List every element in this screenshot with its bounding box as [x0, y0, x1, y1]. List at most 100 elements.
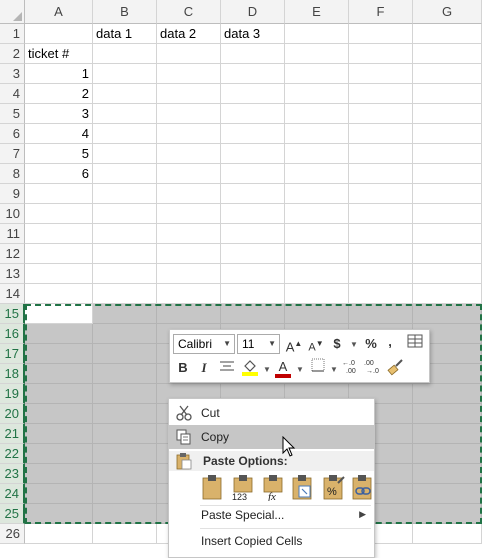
- cell-f8[interactable]: [349, 164, 413, 184]
- column-header-c[interactable]: C: [157, 0, 221, 24]
- cell-a11[interactable]: [25, 224, 93, 244]
- cell-a17[interactable]: [25, 344, 93, 364]
- cell-a21[interactable]: [25, 424, 93, 444]
- cell-g14[interactable]: [413, 284, 482, 304]
- cell-e11[interactable]: [285, 224, 349, 244]
- cell-a22[interactable]: [25, 444, 93, 464]
- row-header-21[interactable]: 21: [0, 424, 25, 444]
- cell-b20[interactable]: [93, 404, 157, 424]
- comma-style-button[interactable]: ,: [384, 332, 396, 352]
- column-header-f[interactable]: F: [349, 0, 413, 24]
- cell-e4[interactable]: [285, 84, 349, 104]
- cell-f4[interactable]: [349, 84, 413, 104]
- row-header-20[interactable]: 20: [0, 404, 25, 424]
- cell-c11[interactable]: [157, 224, 221, 244]
- cell-a25[interactable]: [25, 504, 93, 524]
- cell-b7[interactable]: [93, 144, 157, 164]
- cell-b2[interactable]: [93, 44, 157, 64]
- cell-b15[interactable]: [93, 304, 157, 324]
- column-header-d[interactable]: D: [221, 0, 285, 24]
- cell-g24[interactable]: [413, 484, 482, 504]
- cell-g26[interactable]: [413, 524, 482, 544]
- cell-f2[interactable]: [349, 44, 413, 64]
- cell-e9[interactable]: [285, 184, 349, 204]
- cell-g19[interactable]: [413, 384, 482, 404]
- cell-d12[interactable]: [221, 244, 285, 264]
- paste-transpose-button[interactable]: [289, 473, 315, 501]
- copy-menu-item[interactable]: Copy: [169, 425, 374, 449]
- cell-b10[interactable]: [93, 204, 157, 224]
- cell-e12[interactable]: [285, 244, 349, 264]
- cell-f10[interactable]: [349, 204, 413, 224]
- cell-d3[interactable]: [221, 64, 285, 84]
- row-header-6[interactable]: 6: [0, 124, 25, 144]
- cell-g4[interactable]: [413, 84, 482, 104]
- increase-font-size-button[interactable]: A▲: [285, 334, 303, 354]
- cell-f5[interactable]: [349, 104, 413, 124]
- cell-c10[interactable]: [157, 204, 221, 224]
- row-header-2[interactable]: 2: [0, 44, 25, 64]
- cell-a6[interactable]: 4: [25, 124, 93, 144]
- cell-f6[interactable]: [349, 124, 413, 144]
- paste-formulas-button[interactable]: fx: [260, 473, 286, 503]
- cell-e13[interactable]: [285, 264, 349, 284]
- cell-b22[interactable]: [93, 444, 157, 464]
- row-header-3[interactable]: 3: [0, 64, 25, 84]
- cell-d9[interactable]: [221, 184, 285, 204]
- cell-a12[interactable]: [25, 244, 93, 264]
- cell-g13[interactable]: [413, 264, 482, 284]
- cell-a18[interactable]: [25, 364, 93, 384]
- column-header-a[interactable]: A: [25, 0, 93, 24]
- cell-c5[interactable]: [157, 104, 221, 124]
- cell-b6[interactable]: [93, 124, 157, 144]
- row-header-24[interactable]: 24: [0, 484, 25, 504]
- cell-g11[interactable]: [413, 224, 482, 244]
- cell-c7[interactable]: [157, 144, 221, 164]
- cell-d6[interactable]: [221, 124, 285, 144]
- cell-g21[interactable]: [413, 424, 482, 444]
- row-header-11[interactable]: 11: [0, 224, 25, 244]
- cell-b9[interactable]: [93, 184, 157, 204]
- row-header-13[interactable]: 13: [0, 264, 25, 284]
- cell-b14[interactable]: [93, 284, 157, 304]
- cell-b26[interactable]: [93, 524, 157, 544]
- cell-g7[interactable]: [413, 144, 482, 164]
- cell-d14[interactable]: [221, 284, 285, 304]
- cell-b16[interactable]: [93, 324, 157, 344]
- row-header-23[interactable]: 23: [0, 464, 25, 484]
- cell-e5[interactable]: [285, 104, 349, 124]
- center-align-button[interactable]: [218, 358, 236, 378]
- cell-a26[interactable]: [25, 524, 93, 544]
- row-header-22[interactable]: 22: [0, 444, 25, 464]
- paste-formatting-button[interactable]: %: [320, 473, 346, 501]
- cell-b3[interactable]: [93, 64, 157, 84]
- cell-a19[interactable]: [25, 384, 93, 404]
- cell-b5[interactable]: [93, 104, 157, 124]
- cell-c12[interactable]: [157, 244, 221, 264]
- row-header-12[interactable]: 12: [0, 244, 25, 264]
- cell-e7[interactable]: [285, 144, 349, 164]
- cell-c14[interactable]: [157, 284, 221, 304]
- cell-a24[interactable]: [25, 484, 93, 504]
- column-header-g[interactable]: G: [413, 0, 482, 24]
- cell-c3[interactable]: [157, 64, 221, 84]
- column-header-b[interactable]: B: [93, 0, 157, 24]
- cell-f7[interactable]: [349, 144, 413, 164]
- cell-a10[interactable]: [25, 204, 93, 224]
- cell-f15[interactable]: [349, 304, 413, 324]
- cell-a3[interactable]: 1: [25, 64, 93, 84]
- cell-g9[interactable]: [413, 184, 482, 204]
- row-header-18[interactable]: 18: [0, 364, 25, 384]
- cell-f1[interactable]: [349, 24, 413, 44]
- paste-button[interactable]: [199, 473, 225, 501]
- column-header-e[interactable]: E: [285, 0, 349, 24]
- cell-e3[interactable]: [285, 64, 349, 84]
- cell-a16[interactable]: [25, 324, 93, 344]
- percent-style-button[interactable]: %: [363, 334, 379, 354]
- cell-a9[interactable]: [25, 184, 93, 204]
- row-header-10[interactable]: 10: [0, 204, 25, 224]
- cell-g2[interactable]: [413, 44, 482, 64]
- cell-b25[interactable]: [93, 504, 157, 524]
- cell-e2[interactable]: [285, 44, 349, 64]
- cell-f9[interactable]: [349, 184, 413, 204]
